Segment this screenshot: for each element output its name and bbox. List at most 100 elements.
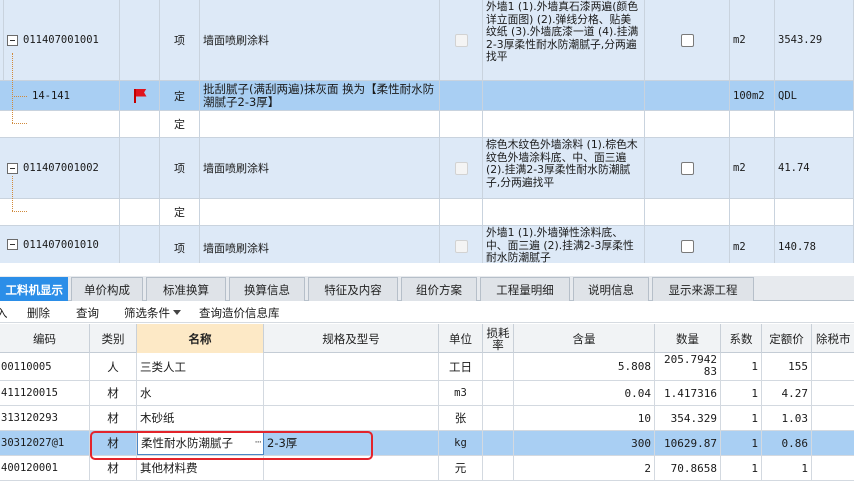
tab-features[interactable]: 特征及内容: [308, 277, 398, 301]
feature-cell[interactable]: 棕色木纹色外墙涂料 (1).棕色木纹色外墙涂料底、中、面三遍 (2).挂满2-3…: [483, 138, 645, 198]
tax-excluded-cell[interactable]: [812, 406, 854, 430]
name-cell[interactable]: 三类人工: [137, 353, 264, 380]
tax-excluded-cell[interactable]: [812, 353, 854, 380]
spec-cell[interactable]: [264, 406, 439, 430]
tab-standard-conversion[interactable]: 标准换算: [146, 277, 226, 301]
collapse-icon[interactable]: [7, 162, 18, 174]
code-cell[interactable]: 011407001010: [4, 226, 120, 263]
content-cell[interactable]: 2: [514, 456, 655, 480]
name-cell[interactable]: 墙面喷刷涂料: [200, 0, 440, 80]
table-row[interactable]: 011407001002 项 墙面喷刷涂料 棕色木纹色外墙涂料 (1).棕色木纹…: [0, 138, 854, 199]
tax-excluded-cell[interactable]: [812, 456, 854, 480]
feature-cell[interactable]: [483, 81, 645, 110]
header-unit[interactable]: 单位: [439, 324, 483, 353]
flag-checkbox-cell[interactable]: [645, 81, 730, 110]
quantity-cell[interactable]: [775, 199, 854, 225]
table-row-selected[interactable]: 30312027@1 材 柔性耐水防潮腻子 ··· 2-3厚 kg 300 10…: [0, 431, 854, 456]
table-row-selected[interactable]: 14-141 定 批刮腻子(满刮两遍)抹灰面 换为【柔性耐水防潮腻子2-3厚】 …: [0, 81, 854, 111]
quantity-cell[interactable]: 3543.29: [775, 0, 854, 80]
quantity-cell[interactable]: [775, 111, 854, 137]
unit-cell[interactable]: 工日: [439, 353, 483, 380]
table-row[interactable]: 400120001 材 其他材料费 元 2 70.8658 1 1: [0, 456, 854, 481]
tax-excluded-cell[interactable]: [812, 431, 854, 455]
quota-price-cell[interactable]: 155: [762, 353, 812, 380]
feature-cell[interactable]: 外墙1 (1).外墙弹性涂料底、中、面三遍 (2).挂满2-3厚柔性耐水防潮腻子: [483, 226, 645, 263]
feature-cell[interactable]: [483, 199, 645, 225]
content-cell[interactable]: 0.04: [514, 381, 655, 405]
tab-quantity-detail[interactable]: 工程量明细: [480, 277, 570, 301]
quantity-cell[interactable]: 10629.87: [655, 431, 721, 455]
table-row[interactable]: 011407001010 项 墙面喷刷涂料 外墙1 (1).外墙弹性涂料底、中、…: [0, 226, 854, 263]
quantity-cell[interactable]: 70.8658: [655, 456, 721, 480]
name-cell[interactable]: 水: [137, 381, 264, 405]
query-button[interactable]: 查询: [76, 302, 99, 323]
checkbox[interactable]: [680, 33, 694, 47]
content-cell[interactable]: 10: [514, 406, 655, 430]
tax-excluded-cell[interactable]: [812, 381, 854, 405]
quantity-cell[interactable]: 140.78: [775, 226, 854, 263]
tab-description[interactable]: 说明信息: [573, 277, 649, 301]
content-cell[interactable]: 5.808: [514, 353, 655, 380]
table-row[interactable]: 定: [0, 111, 854, 138]
name-cell[interactable]: [200, 111, 440, 137]
spec-cell[interactable]: [264, 353, 439, 380]
flag-checkbox-cell[interactable]: [645, 111, 730, 137]
code-cell[interactable]: 400120001: [0, 456, 90, 480]
code-cell[interactable]: 30312027@1: [0, 431, 90, 455]
spec-cell[interactable]: 2-3厚: [264, 431, 439, 455]
flag-checkbox-cell[interactable]: [645, 0, 730, 80]
loss-rate-cell[interactable]: [483, 456, 514, 480]
coefficient-cell[interactable]: 1: [721, 431, 762, 455]
category-cell[interactable]: 材: [90, 431, 137, 455]
code-cell[interactable]: 011407001001: [4, 0, 120, 80]
flag-cell[interactable]: [120, 81, 160, 110]
header-coefficient[interactable]: 系数: [721, 324, 762, 353]
quantity-cell[interactable]: 354.329: [655, 406, 721, 430]
tab-conversion-info[interactable]: 换算信息: [229, 277, 305, 301]
coefficient-cell[interactable]: 1: [721, 353, 762, 380]
checkbox[interactable]: [680, 240, 694, 253]
coefficient-cell[interactable]: 1: [721, 381, 762, 405]
flag-checkbox-cell[interactable]: [645, 226, 730, 263]
table-row[interactable]: 411120015 材 水 m3 0.04 1.417316 1 4.27: [0, 381, 854, 406]
checkbox[interactable]: [680, 161, 694, 175]
table-row[interactable]: 00110005 人 三类人工 工日 5.808 205.794283 1 15…: [0, 353, 854, 381]
header-category[interactable]: 类别: [90, 324, 137, 353]
spec-cell[interactable]: [264, 456, 439, 480]
tab-material-display[interactable]: 工料机显示: [0, 277, 68, 301]
code-cell[interactable]: [4, 199, 120, 225]
feature-cell[interactable]: [483, 111, 645, 137]
unit-cell[interactable]: kg: [439, 431, 483, 455]
name-cell[interactable]: 木砂纸: [137, 406, 264, 430]
header-tax-excluded[interactable]: 除税市: [812, 324, 854, 353]
name-cell[interactable]: [200, 199, 440, 225]
tab-source-project[interactable]: 显示来源工程: [652, 277, 754, 301]
quota-price-cell[interactable]: 1.03: [762, 406, 812, 430]
content-cell[interactable]: 300: [514, 431, 655, 455]
quota-price-cell[interactable]: 1: [762, 456, 812, 480]
header-code[interactable]: 编码: [0, 324, 90, 353]
filter-dropdown[interactable]: 筛选条件: [124, 302, 181, 323]
table-row[interactable]: 313120293 材 木砂纸 张 10 354.329 1 1.03: [0, 406, 854, 431]
spec-cell[interactable]: [264, 381, 439, 405]
table-row[interactable]: 011407001001 项 墙面喷刷涂料 外墙1 (1).外墙真石漆两遍(颜色…: [0, 0, 854, 81]
table-row[interactable]: 定: [0, 199, 854, 226]
delete-button[interactable]: 删除: [27, 302, 50, 323]
more-options-button[interactable]: ···: [254, 438, 261, 449]
quota-price-cell[interactable]: 4.27: [762, 381, 812, 405]
code-cell[interactable]: 313120293: [0, 406, 90, 430]
loss-rate-cell[interactable]: [483, 353, 514, 380]
query-price-db-button[interactable]: 查询造价信息库: [199, 302, 280, 323]
header-quota-price[interactable]: 定额价: [762, 324, 812, 353]
header-name[interactable]: 名称: [137, 324, 264, 353]
header-loss-rate[interactable]: 损耗 率: [483, 324, 514, 353]
unit-cell[interactable]: 张: [439, 406, 483, 430]
name-edit-field[interactable]: 柔性耐水防潮腻子 ···: [137, 431, 264, 455]
loss-rate-cell[interactable]: [483, 431, 514, 455]
category-cell[interactable]: 材: [90, 456, 137, 480]
flag-checkbox-cell[interactable]: [645, 138, 730, 198]
code-cell[interactable]: 00110005: [0, 353, 90, 380]
unit-cell[interactable]: m3: [439, 381, 483, 405]
coefficient-cell[interactable]: 1: [721, 406, 762, 430]
quantity-cell[interactable]: 205.794283: [655, 353, 721, 380]
